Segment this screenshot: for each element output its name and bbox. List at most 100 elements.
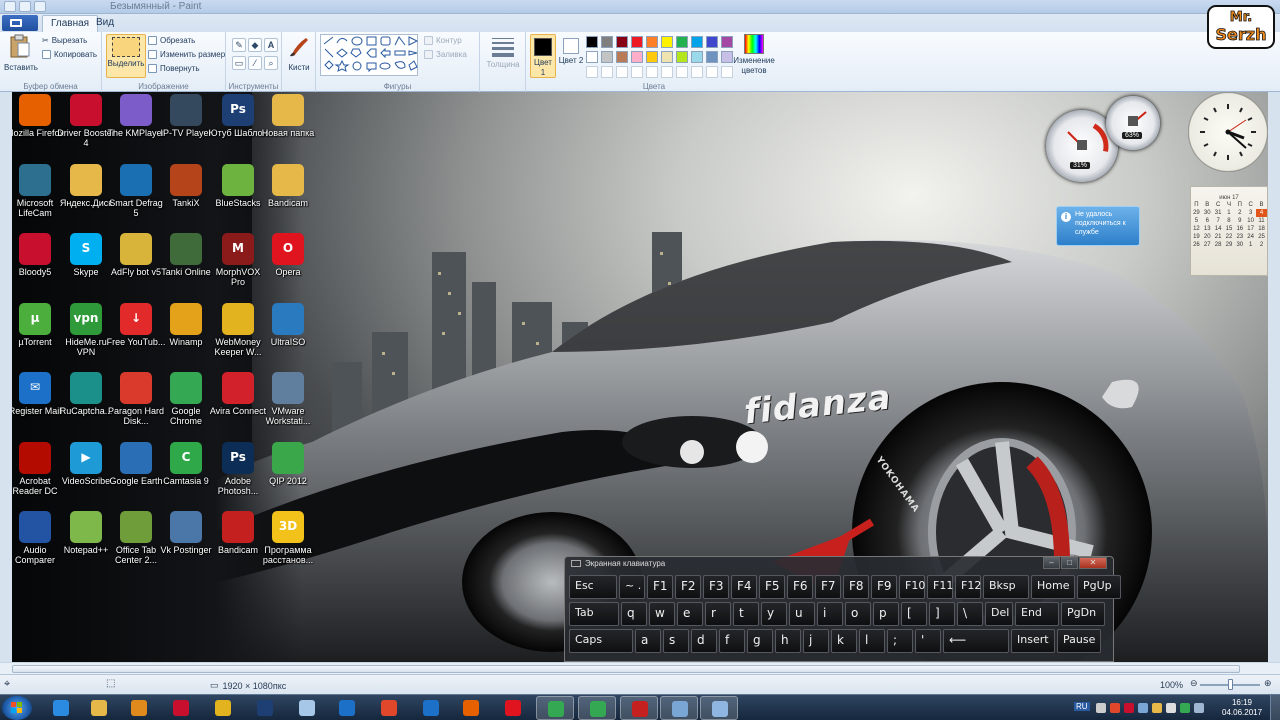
osk-key[interactable]: h <box>775 629 801 653</box>
calendar-day[interactable]: 30 <box>1202 209 1213 217</box>
taskbar-chrome-button[interactable] <box>536 696 574 720</box>
desktop-icon[interactable]: Bandicam <box>258 163 318 208</box>
calendar-day[interactable]: 19 <box>1191 233 1202 241</box>
osk-key[interactable]: ⟵ <box>943 629 1009 653</box>
calendar-day[interactable]: 8 <box>1224 217 1235 225</box>
taskbar-webmoney-button[interactable] <box>204 696 242 720</box>
osk-key[interactable]: l <box>859 629 885 653</box>
calendar-day[interactable]: 16 <box>1234 225 1245 233</box>
palette-empty-swatch[interactable] <box>586 66 598 78</box>
taskbar-opera-button[interactable] <box>494 696 532 720</box>
language-indicator[interactable]: RU <box>1074 702 1090 711</box>
palette-swatch[interactable] <box>691 51 703 63</box>
osk-key[interactable]: F3 <box>703 575 729 599</box>
osk-key[interactable]: F8 <box>843 575 869 599</box>
taskbar-media-button[interactable] <box>120 696 158 720</box>
palette-swatch[interactable] <box>676 51 688 63</box>
osk-key[interactable]: [ <box>901 602 927 626</box>
osk-key[interactable]: F7 <box>815 575 841 599</box>
calendar-day[interactable]: 17 <box>1245 225 1256 233</box>
calendar-day[interactable]: 14 <box>1213 225 1224 233</box>
text-tool-icon[interactable]: A <box>264 38 278 52</box>
osk-key[interactable]: s <box>663 629 689 653</box>
copy-button[interactable]: Копировать <box>42 50 97 59</box>
calendar-day[interactable]: 25 <box>1256 233 1267 241</box>
osk-key[interactable]: o <box>845 602 871 626</box>
osk-key[interactable]: e <box>677 602 703 626</box>
fill-bucket-icon[interactable]: ◆ <box>248 38 262 52</box>
osk-key[interactable]: w <box>649 602 675 626</box>
osk-key[interactable]: Tab <box>569 602 619 626</box>
fill-button[interactable]: Заливка <box>424 50 467 59</box>
osk-key[interactable]: a <box>635 629 661 653</box>
calendar-day[interactable]: 13 <box>1202 225 1213 233</box>
outline-button[interactable]: Контур <box>424 36 462 45</box>
palette-empty-swatch[interactable] <box>616 66 628 78</box>
shapes-gallery[interactable] <box>320 34 419 76</box>
osk-key[interactable]: F12 <box>955 575 981 599</box>
clock-gadget[interactable] <box>1188 92 1268 172</box>
paint-menu-button[interactable] <box>2 15 38 31</box>
scrollbar-thumb[interactable] <box>12 665 1240 673</box>
osk-key[interactable]: Caps <box>569 629 633 653</box>
tray-flag-icon[interactable] <box>1152 703 1162 713</box>
osk-key[interactable]: F10 <box>899 575 925 599</box>
select-button[interactable]: Выделить <box>106 34 146 78</box>
eraser-icon[interactable]: ▭ <box>232 56 246 70</box>
desktop-icon[interactable]: Winamp <box>156 302 216 347</box>
taskbar-paint-button[interactable] <box>700 696 738 720</box>
tray-driver-booster-icon[interactable] <box>1124 703 1134 713</box>
calendar-day[interactable]: 31 <box>1213 209 1224 217</box>
calendar-day[interactable]: 2 <box>1256 241 1267 249</box>
save-icon[interactable] <box>4 1 16 12</box>
calendar-day[interactable]: 7 <box>1213 217 1224 225</box>
calendar-day[interactable]: 6 <box>1202 217 1213 225</box>
taskbar-explorer-button[interactable] <box>80 696 118 720</box>
calendar-day[interactable]: 18 <box>1256 225 1267 233</box>
osk-key[interactable]: F1 <box>647 575 673 599</box>
palette-swatch[interactable] <box>706 36 718 48</box>
color-picker-icon[interactable]: ⁄ <box>248 56 262 70</box>
calendar-day[interactable]: 28 <box>1213 241 1224 249</box>
palette-swatch[interactable] <box>691 36 703 48</box>
osk-key[interactable]: Del <box>985 602 1013 626</box>
tray-volume-icon[interactable] <box>1166 703 1176 713</box>
palette-empty-swatch[interactable] <box>661 66 673 78</box>
osk-key[interactable]: Insert <box>1011 629 1055 653</box>
osk-key[interactable]: r <box>705 602 731 626</box>
tray-battery-icon[interactable] <box>1194 703 1204 713</box>
osk-key[interactable]: ] <box>929 602 955 626</box>
resize-button[interactable]: Изменить размер <box>148 50 225 59</box>
palette-swatch[interactable] <box>601 36 613 48</box>
osk-key[interactable]: F11 <box>927 575 953 599</box>
tray-app-icon[interactable] <box>1096 703 1106 713</box>
redo-icon[interactable] <box>34 1 46 12</box>
osk-key[interactable]: f <box>719 629 745 653</box>
osk-key[interactable]: F5 <box>759 575 785 599</box>
size-button[interactable]: Толщина <box>484 34 522 70</box>
taskbar-bandicam-button[interactable] <box>620 696 658 720</box>
rotate-button[interactable]: Повернуть <box>148 64 200 73</box>
osk-key[interactable]: q <box>621 602 647 626</box>
osk-key[interactable]: F6 <box>787 575 813 599</box>
paste-button[interactable]: Вставить <box>4 34 38 73</box>
brushes-button[interactable]: Кисти <box>284 34 314 73</box>
desktop-icon[interactable]: TankiX <box>156 163 216 208</box>
calendar-day[interactable]: 11 <box>1256 217 1267 225</box>
osk-key[interactable]: Home <box>1031 575 1075 599</box>
calendar-day[interactable]: 24 <box>1245 233 1256 241</box>
osk-key[interactable]: p <box>873 602 899 626</box>
osk-key[interactable]: ; <box>887 629 913 653</box>
zoom-slider-knob[interactable] <box>1228 679 1233 690</box>
taskbar-driver-booster-button[interactable] <box>162 696 200 720</box>
calendar-day[interactable]: 2 <box>1234 209 1245 217</box>
taskbar-computer-button[interactable] <box>660 696 698 720</box>
calendar-day[interactable]: 21 <box>1213 233 1224 241</box>
calendar-day[interactable]: 29 <box>1224 241 1235 249</box>
osk-key[interactable]: End <box>1015 602 1059 626</box>
palette-swatch[interactable] <box>661 36 673 48</box>
calendar-day[interactable]: 12 <box>1191 225 1202 233</box>
calendar-day[interactable]: 5 <box>1191 217 1202 225</box>
calendar-day[interactable]: 22 <box>1224 233 1235 241</box>
tray-bandicam-icon[interactable] <box>1110 703 1120 713</box>
